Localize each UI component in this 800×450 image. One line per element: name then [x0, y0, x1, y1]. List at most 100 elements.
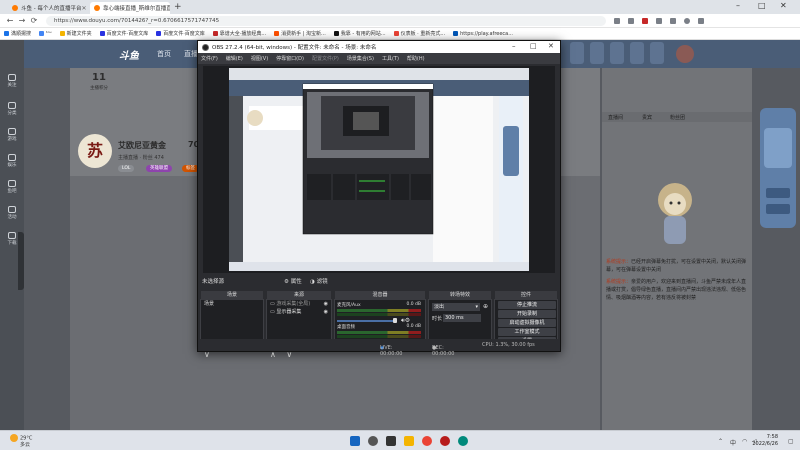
rail-item-fishbar[interactable]: 鱼吧 [6, 180, 18, 194]
bookmark-item[interactable]: https://play.afreeca... [453, 31, 513, 37]
tray-lang[interactable]: 中 [730, 438, 736, 447]
rail-item-follow[interactable]: 关注 [6, 74, 18, 88]
bookmark-item[interactable]: 百度文件·百度文库 [156, 30, 205, 37]
scene-item[interactable]: 场景 [201, 300, 263, 308]
edge-icon[interactable] [458, 436, 468, 446]
read-aloud-icon[interactable] [614, 17, 620, 24]
obs-source-toolbar: 未选择源 ⚙ 属性 ◑ 滤镜 [198, 273, 560, 287]
rail-item-event[interactable]: 活动 [6, 206, 18, 220]
bookmark-item[interactable]: 百度文件·百度文库 [99, 30, 148, 37]
slider-handle[interactable] [393, 318, 397, 323]
stop-streaming-button[interactable]: 停止推流 [498, 301, 556, 309]
bookmark-item[interactable]: 滿順揚搜 [4, 30, 31, 37]
rail-item-fun[interactable]: 娱乐 [6, 154, 18, 168]
start-recording-button[interactable]: 开始录制 [498, 310, 556, 318]
new-tab-button[interactable]: + [174, 2, 182, 14]
eye-icon[interactable]: ◉ [324, 300, 328, 308]
obs-close-button[interactable]: ✕ [548, 42, 554, 50]
notification-icon[interactable]: ▢ [788, 438, 794, 445]
bookmark-item[interactable]: 消费新手 | 淘宝新... [274, 30, 326, 37]
favorite-icon[interactable] [628, 17, 634, 24]
user-avatar[interactable] [676, 45, 694, 63]
nav-live[interactable]: 直播 [184, 49, 198, 59]
wifi-icon[interactable]: ◠ [742, 438, 747, 445]
header-icon[interactable] [570, 42, 584, 64]
virtual-camera-button[interactable]: 启动虚拟摄像机 [498, 319, 556, 327]
weather-widget[interactable]: 29°C 多云 [10, 434, 32, 448]
menu-profile[interactable]: 配置文件(P) [312, 55, 339, 62]
search-icon[interactable] [368, 436, 378, 446]
transition-select[interactable]: 淡出 ▾ [432, 303, 480, 311]
extension-icon[interactable] [642, 17, 648, 24]
bookmark-label: 滿順揚搜 [11, 31, 32, 37]
url-input[interactable]: https://www.douyu.com/7014426?_r=0.67066… [46, 15, 606, 26]
reload-button[interactable]: ⟳ [28, 16, 40, 25]
rail-label: 分类 [7, 111, 17, 116]
minimize-button[interactable]: – [736, 1, 740, 10]
streamer-avatar[interactable]: 苏 [78, 134, 112, 168]
header-icon[interactable] [590, 42, 604, 64]
nav-home[interactable]: 首页 [157, 49, 171, 59]
volume-slider[interactable]: 🔊︎⚙ [337, 317, 421, 324]
browser-tab-strip: 斗鱼 - 每个人的直播平台 ✕ 靠心端接直播_斯维尔直播直播_斗鱼 ✕ + – … [0, 0, 800, 14]
chrome-icon[interactable] [422, 436, 432, 446]
windows-taskbar: 29°C 多云 ⌃ 中 ◠ ◁ 7:58 2022/6/26 ▢ [0, 430, 800, 450]
filters-button[interactable]: ◑ 滤镜 [310, 277, 328, 285]
close-window-button[interactable]: ✕ [780, 1, 787, 10]
browser-tab-2[interactable]: 靠心端接直播_斯维尔直播直播_斗鱼 ✕ [90, 2, 170, 14]
side-ad-banner[interactable] [756, 68, 800, 268]
obs-titlebar[interactable]: OBS 27.2.4 (64-bit, windows) - 配置文件: 未命名… [198, 41, 560, 53]
eye-icon[interactable]: ◉ [324, 308, 328, 316]
forward-button[interactable]: → [16, 16, 28, 25]
room-tag[interactable]: LOL [118, 165, 135, 172]
properties-button[interactable]: ⚙ 属性 [284, 277, 302, 285]
bookmark-item[interactable]: 我靠 - 有用的网站... [333, 30, 386, 37]
header-icon[interactable] [630, 42, 644, 64]
bookmark-item[interactable]: 仪表板 · 重新亮式... [393, 30, 445, 37]
bookmark-icon [274, 31, 280, 36]
obs-maximize-button[interactable]: □ [530, 42, 537, 50]
rail-item-game[interactable]: 游戏 [6, 128, 18, 142]
profile-icon[interactable] [684, 17, 690, 24]
tab-close-icon[interactable]: ✕ [81, 5, 86, 12]
obs-minimize-button[interactable]: – [512, 42, 516, 50]
browser-tab-1[interactable]: 斗鱼 - 每个人的直播平台 ✕ [8, 2, 88, 14]
rail-item-download[interactable]: 下载 [6, 232, 18, 246]
menu-scene-collection[interactable]: 场景集合(S) [347, 55, 374, 62]
add-transition-icon[interactable]: ⊕ [483, 303, 488, 310]
tab-room[interactable]: 直播间 [608, 114, 623, 121]
rail-item-category[interactable]: 分类 [6, 102, 18, 116]
bookmark-item[interactable]: 靠谱大全·播放经典... [212, 30, 266, 37]
duration-input[interactable]: 300 ms [443, 314, 481, 322]
menu-file[interactable]: 文件(F) [201, 55, 218, 62]
maximize-button[interactable]: □ [758, 1, 766, 10]
obs-app-icon[interactable] [440, 436, 450, 446]
system-clock[interactable]: 7:58 2022/6/26 [752, 434, 778, 448]
file-explorer-icon[interactable] [404, 436, 414, 446]
menu-edit[interactable]: 编辑(E) [226, 55, 243, 62]
tray-chevron-icon[interactable]: ⌃ [718, 438, 723, 445]
header-icon[interactable] [650, 42, 664, 64]
rail-collapse-handle[interactable] [18, 232, 24, 290]
menu-tools[interactable]: 工具(T) [382, 55, 399, 62]
split-screen-icon[interactable] [670, 17, 676, 24]
bookmark-item[interactable]: 新建文件夹 [59, 30, 92, 37]
back-button[interactable]: ← [4, 16, 16, 25]
header-icon[interactable] [610, 42, 624, 64]
studio-mode-button[interactable]: 工作室模式 [498, 328, 556, 336]
tab-fans[interactable]: 粉丝团 [670, 114, 685, 121]
collections-icon[interactable] [656, 17, 662, 24]
menu-docks[interactable]: 停靠窗口(D) [276, 55, 304, 62]
menu-help[interactable]: 帮助(H) [407, 55, 425, 62]
menu-view[interactable]: 视图(V) [251, 55, 268, 62]
obs-preview-canvas[interactable] [203, 66, 555, 273]
room-tag[interactable]: 英雄联盟 [146, 165, 172, 172]
tab-vip[interactable]: 贵宾 [642, 114, 652, 121]
douyu-logo[interactable]: 斗鱼 [119, 47, 139, 62]
task-view-icon[interactable] [386, 436, 396, 446]
source-item[interactable]: ▭ 游戏采集(全局) ◉ [267, 300, 331, 308]
source-item[interactable]: ▭ 显示器采集 ◉ [267, 308, 331, 316]
start-windows-icon[interactable] [350, 436, 360, 446]
settings-more-icon[interactable] [698, 17, 704, 24]
bookmark-item[interactable]: ᵗᵒᵘ [39, 31, 52, 37]
